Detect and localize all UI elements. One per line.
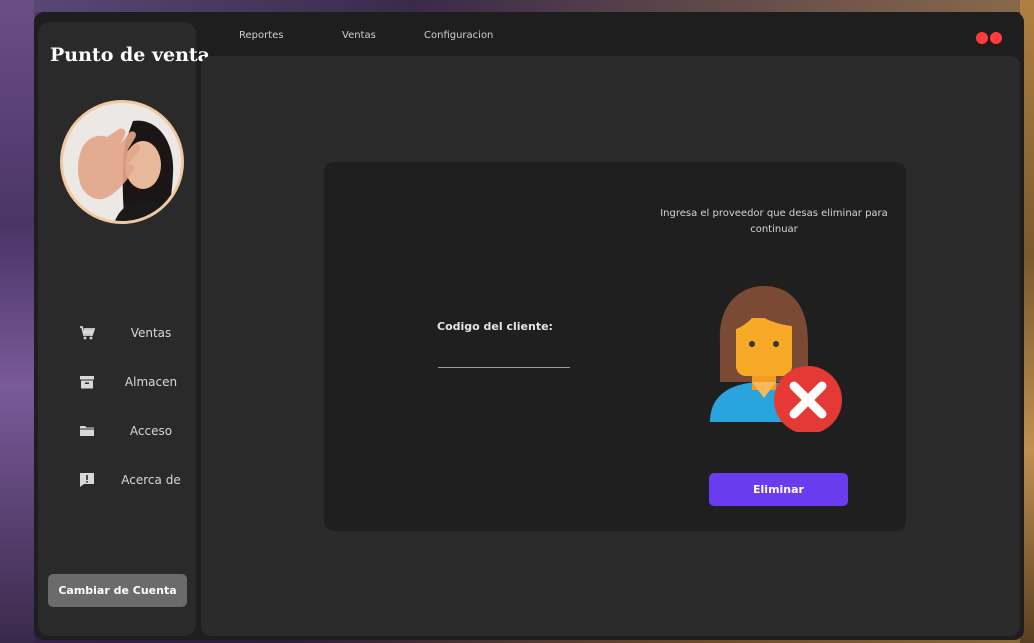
sidebar-item-label: Acerca de xyxy=(121,473,181,487)
sidebar-item-acceso[interactable]: Acceso xyxy=(38,416,196,446)
alert-message-icon xyxy=(78,471,96,489)
user-delete-icon xyxy=(710,286,842,434)
menu-item-ventas[interactable]: Ventas xyxy=(342,30,376,41)
app-title: Punto de venta xyxy=(50,44,210,66)
sidebar-item-acerca-de[interactable]: Acerca de xyxy=(38,465,196,495)
menu-item-reportes[interactable]: Reportes xyxy=(239,30,284,41)
client-code-label: Codigo del cliente: xyxy=(437,320,553,333)
sidebar-item-label: Almacen xyxy=(124,375,178,389)
menu-item-configuracion[interactable]: Configuracion xyxy=(424,30,493,41)
sidebar-item-almacen[interactable]: Almacen xyxy=(38,367,196,397)
sidebar-item-label: Acceso xyxy=(129,424,173,438)
app-window: Punto de venta Ventas Almacen Acceso Ace… xyxy=(34,12,1024,640)
desktop-background-left xyxy=(0,0,34,643)
main-content: Codigo del cliente: Ingresa el proveedor… xyxy=(201,56,1020,636)
avatar-photo-icon xyxy=(63,103,181,221)
minimize-button[interactable] xyxy=(976,32,988,44)
client-code-input[interactable] xyxy=(438,354,570,368)
user-delete-illustration xyxy=(708,282,848,434)
switch-account-button[interactable]: Cambiar de Cuenta xyxy=(48,574,187,607)
archive-icon xyxy=(78,373,96,391)
folder-icon xyxy=(78,422,96,440)
cart-icon xyxy=(78,324,96,342)
avatar[interactable] xyxy=(60,100,184,224)
instruction-text: Ingresa el proveedor que desas eliminar … xyxy=(660,208,888,235)
sidebar-item-label: Ventas xyxy=(130,326,172,340)
delete-button[interactable]: Eliminar xyxy=(709,473,848,506)
sidebar-item-ventas[interactable]: Ventas xyxy=(38,318,196,348)
desktop-background-top xyxy=(0,0,1034,12)
delete-provider-card: Codigo del cliente: Ingresa el proveedor… xyxy=(324,162,906,531)
sidebar: Punto de venta Ventas Almacen Acceso Ace… xyxy=(38,22,210,636)
close-button[interactable] xyxy=(990,32,1002,44)
